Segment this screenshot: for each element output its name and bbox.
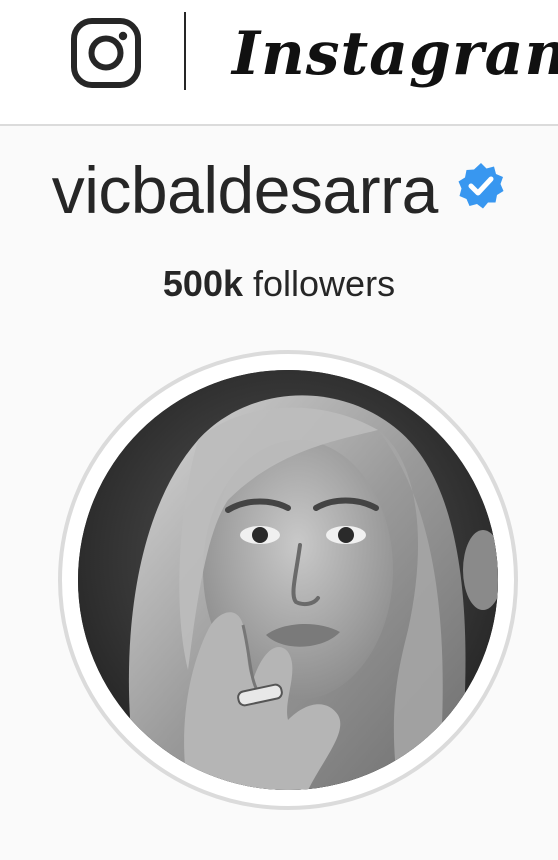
instagram-camera-icon[interactable] [70,18,142,88]
followers-count: 500k [162,263,243,304]
profile-avatar[interactable] [78,370,498,790]
profile-username: vicbaldesarra [51,153,439,227]
followers-summary[interactable]: 500k followers [0,260,558,308]
followers-label: followers [253,263,396,304]
verified-badge-icon [458,163,504,209]
top-header: Instagram [0,0,558,126]
header-divider [184,12,186,90]
avatar-photo [78,370,498,790]
username-row: vicbaldesarra [0,150,558,230]
instagram-wordmark[interactable]: Instagram [232,14,558,94]
profile-page: Instagram vicbaldesarra 500k followers [0,0,558,860]
